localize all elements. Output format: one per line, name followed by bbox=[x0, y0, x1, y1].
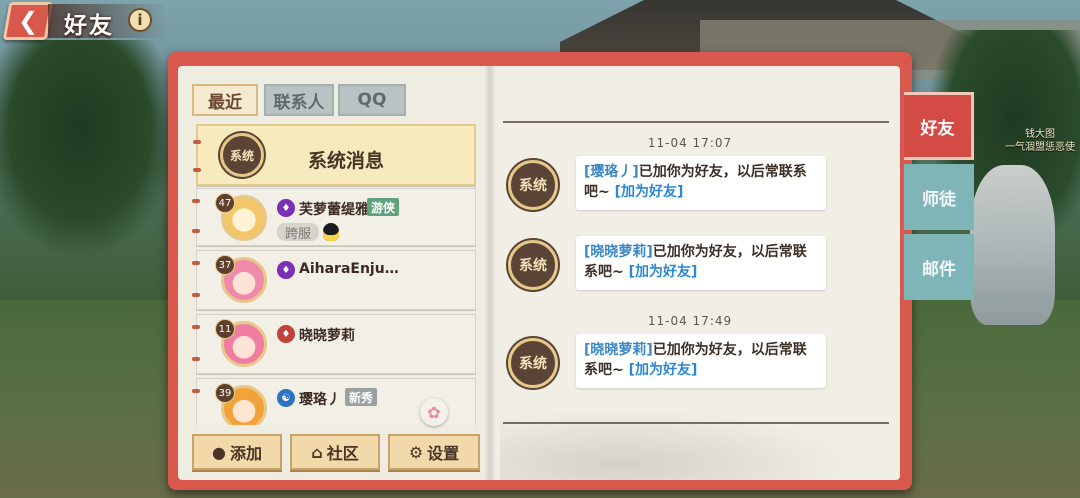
binder-ring bbox=[192, 325, 200, 329]
npc-subtitle: 一气涸盟惩恶使 bbox=[1005, 142, 1075, 153]
qq-penguin-icon bbox=[323, 223, 339, 241]
cross-server-badge: 跨服 bbox=[277, 223, 320, 242]
list-item[interactable]: 47 ♦ 芙萝蕾缇雅 游侠 跨服 bbox=[192, 188, 476, 246]
message-sender[interactable]: [晓晓萝莉] bbox=[584, 342, 653, 358]
book-spine bbox=[484, 66, 496, 480]
binder-ring bbox=[192, 199, 200, 203]
binder-ring bbox=[192, 229, 200, 233]
friend-name: AiharaEnju… bbox=[299, 261, 399, 277]
tab-contacts[interactable]: 联系人 bbox=[264, 84, 334, 116]
message-timestamp: 11-04 17:49 bbox=[647, 314, 733, 328]
title-badge: 新秀 bbox=[345, 388, 378, 406]
ink-wash-decoration bbox=[500, 400, 900, 480]
arrow-left-icon: ❮ bbox=[17, 7, 39, 35]
side-tab-mail[interactable]: 邮件 bbox=[904, 234, 974, 300]
divider-top bbox=[503, 121, 889, 123]
add-friend-link[interactable]: [加为好友] bbox=[615, 184, 684, 200]
system-seal-icon: 系统 bbox=[220, 133, 264, 177]
message-item: 系统 [晓晓萝莉]已加你为好友，以后常联系吧~ [加为好友] bbox=[502, 236, 828, 296]
message-sender[interactable]: [璎珞丿] bbox=[584, 164, 639, 180]
settings-button[interactable]: ⚙ 设置 bbox=[388, 434, 480, 470]
system-row-title: 系统消息 bbox=[308, 150, 385, 172]
vip-icon: ♦ bbox=[277, 199, 295, 217]
list-item[interactable]: 11 ♦ 晓晓萝莉 bbox=[192, 314, 476, 374]
add-friend-button[interactable]: ● 添加 bbox=[192, 434, 282, 470]
npc-character[interactable] bbox=[970, 165, 1055, 325]
message-bubble: [晓晓萝莉]已加你为好友，以后常联系吧~ [加为好友] bbox=[576, 334, 826, 388]
community-label: 社区 bbox=[326, 444, 359, 463]
friend-name: 璎珞丿 bbox=[299, 392, 341, 408]
list-item[interactable]: 37 ♦ AiharaEnju… bbox=[192, 250, 476, 310]
divider-bottom bbox=[503, 422, 889, 424]
settings-label: 设置 bbox=[427, 444, 460, 463]
tab-qq[interactable]: QQ bbox=[338, 84, 406, 116]
friend-name: 芙萝蕾缇雅 bbox=[299, 202, 369, 218]
binder-ring bbox=[192, 357, 200, 361]
page-title: 好友 bbox=[64, 13, 114, 39]
binder-ring bbox=[193, 168, 201, 172]
message-timestamp: 11-04 17:07 bbox=[647, 136, 733, 150]
vip-icon: ♦ bbox=[277, 325, 295, 343]
info-icon[interactable]: i bbox=[128, 8, 152, 32]
tab-recent[interactable]: 最近 bbox=[192, 84, 258, 116]
message-bubble: [璎珞丿]已加你为好友，以后常联系吧~ [加为好友] bbox=[576, 156, 826, 210]
npc-nameplate: 钱大图 一气涸盟惩恶使 bbox=[1000, 128, 1080, 154]
level-badge: 39 bbox=[215, 383, 235, 403]
add-friend-link[interactable]: [加为好友] bbox=[629, 362, 698, 378]
community-button[interactable]: ⌂ 社区 bbox=[290, 434, 380, 470]
system-avatar-icon: 系统 bbox=[508, 240, 558, 290]
level-badge: 47 bbox=[215, 193, 235, 213]
person-icon: ● bbox=[212, 442, 226, 462]
vip-icon: ☯ bbox=[277, 389, 295, 407]
binder-ring bbox=[193, 140, 201, 144]
message-item: 系统 [晓晓萝莉]已加你为好友，以后常联系吧~ [加为好友] bbox=[502, 334, 828, 394]
add-friend-link[interactable]: [加为好友] bbox=[629, 264, 698, 280]
system-avatar-icon: 系统 bbox=[508, 338, 558, 388]
side-tab-mentor[interactable]: 师徒 bbox=[904, 164, 974, 230]
binder-ring bbox=[192, 389, 200, 393]
side-tab-friends[interactable]: 好友 bbox=[904, 92, 974, 160]
gear-icon: ⚙ bbox=[408, 442, 424, 462]
system-avatar-icon: 系统 bbox=[508, 160, 558, 210]
add-label: 添加 bbox=[229, 444, 262, 463]
vip-icon: ♦ bbox=[277, 261, 295, 279]
recent-list[interactable]: 系统 系统消息 47 ♦ 芙萝蕾缇雅 游侠 跨服 37 ♦ AiharaEnju… bbox=[192, 120, 484, 425]
tree-left bbox=[0, 40, 180, 260]
message-item: 系统 [璎珞丿]已加你为好友，以后常联系吧~ [加为好友] bbox=[502, 156, 828, 216]
title-badge: 游侠 bbox=[367, 198, 400, 216]
binder-ring bbox=[192, 293, 200, 297]
system-message-row[interactable]: 系统 系统消息 bbox=[193, 124, 476, 186]
level-badge: 11 bbox=[215, 319, 235, 339]
back-button[interactable]: ❮ bbox=[2, 2, 54, 40]
house-icon: ⌂ bbox=[311, 442, 323, 462]
message-bubble: [晓晓萝莉]已加你为好友，以后常联系吧~ [加为好友] bbox=[576, 236, 826, 290]
friend-name: 晓晓萝莉 bbox=[299, 328, 355, 344]
npc-name: 钱大图 bbox=[1025, 129, 1055, 140]
flower-gift-button[interactable]: ✿ bbox=[420, 398, 448, 426]
level-badge: 37 bbox=[215, 255, 235, 275]
message-sender[interactable]: [晓晓萝莉] bbox=[584, 244, 653, 260]
binder-ring bbox=[192, 261, 200, 265]
